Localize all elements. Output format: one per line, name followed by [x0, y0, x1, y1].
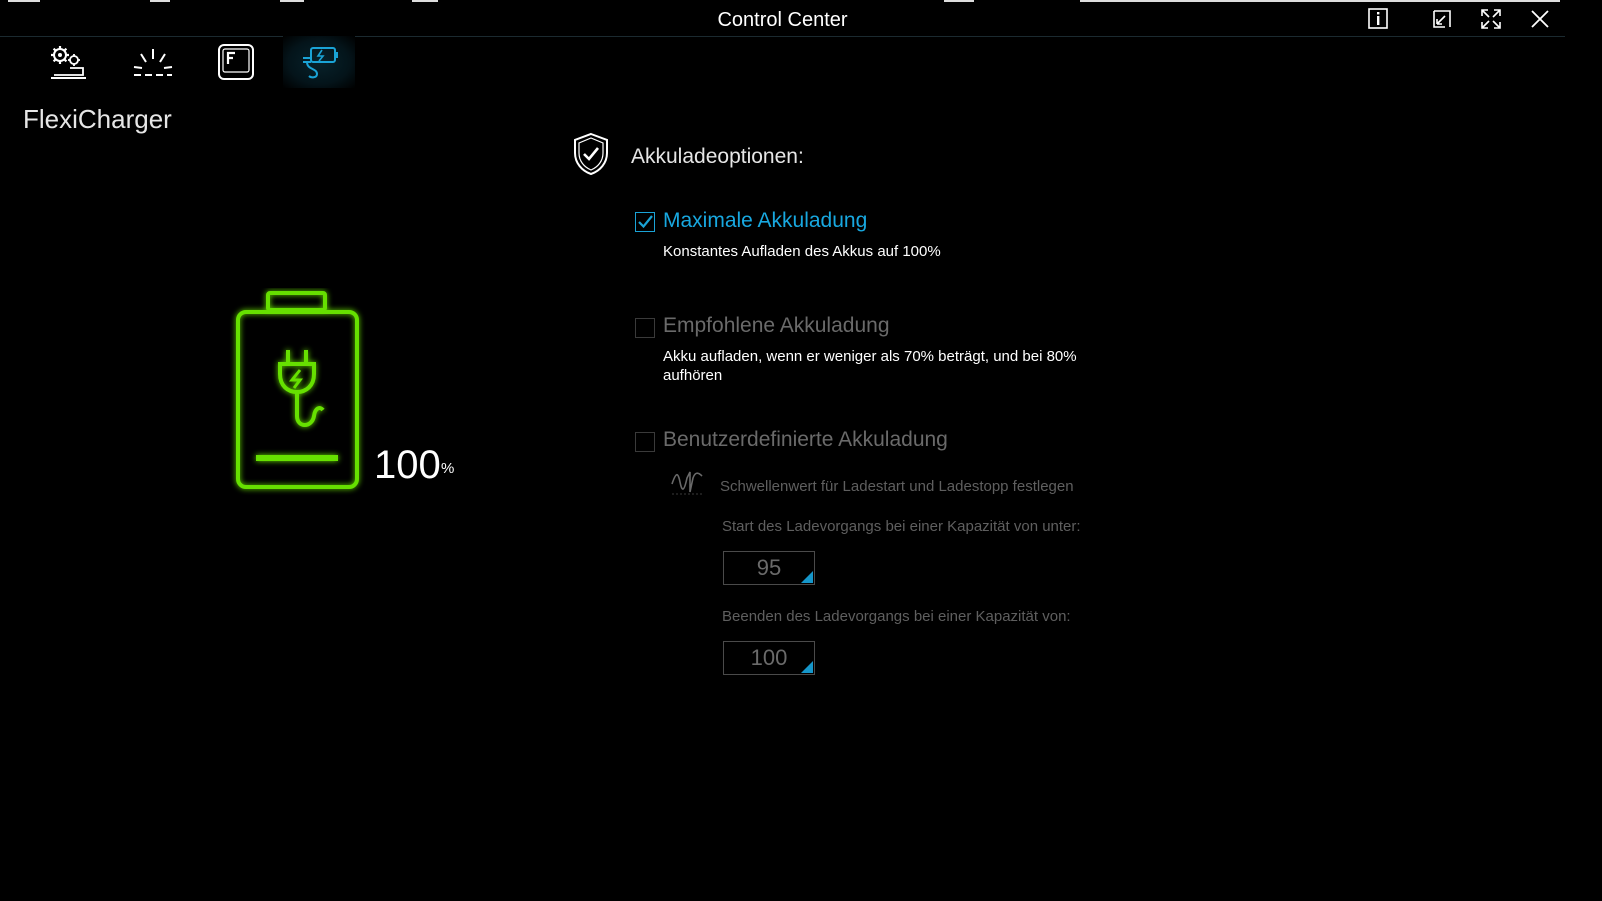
start-threshold-value: 95	[756, 555, 782, 580]
threshold-text: Schwellenwert für Ladestart und Ladestop…	[720, 478, 1074, 495]
battery-plug-icon	[236, 291, 359, 489]
close-icon	[1531, 10, 1549, 28]
resize-icon	[1433, 10, 1451, 28]
close-button[interactable]	[1526, 6, 1554, 32]
custom-charge-checkbox[interactable]	[635, 432, 655, 452]
max-charge-checkbox[interactable]	[635, 212, 655, 232]
stop-threshold-label: Beenden des Ladevorgangs bei einer Kapaz…	[722, 608, 1071, 625]
taskbar-strip	[150, 0, 170, 2]
threshold-wave-icon	[670, 468, 704, 501]
stop-threshold-input[interactable]: 100	[723, 641, 815, 675]
tab-lighting[interactable]	[117, 36, 189, 88]
resize-corner-icon	[801, 571, 813, 583]
recommended-charge-label[interactable]: Empfohlene Akkuladung	[663, 314, 890, 338]
gear-laptop-icon	[51, 46, 86, 79]
recommended-charge-checkbox[interactable]	[635, 318, 655, 338]
battery-status-graphic	[228, 288, 378, 508]
custom-charge-label[interactable]: Benutzerdefinierte Akkuladung	[663, 428, 948, 452]
shield-check-icon	[571, 131, 611, 182]
f-key-icon	[218, 44, 254, 80]
taskbar-strip	[944, 0, 974, 2]
battery-percent-unit: %	[441, 460, 455, 477]
title-bar[interactable]: Control Center	[0, 0, 1565, 37]
checkmark-icon	[638, 215, 653, 229]
control-center-window: Control Center FlexiCharger 100 % Akkula…	[0, 0, 1565, 882]
maximize-button[interactable]	[1477, 6, 1505, 32]
taskbar-strip	[8, 0, 40, 2]
recommended-charge-description: Akku aufladen, wenn er weniger als 70% b…	[663, 348, 1077, 384]
battery-plug-icon	[303, 47, 338, 79]
expand-icon	[1481, 9, 1501, 29]
page-title: FlexiCharger	[23, 104, 172, 134]
battery-options-heading: Akkuladeoptionen:	[631, 145, 804, 168]
window-title: Control Center	[717, 9, 848, 31]
info-icon	[1368, 8, 1388, 29]
taskbar-strip	[280, 0, 304, 2]
max-charge-label[interactable]: Maximale Akkuladung	[663, 209, 867, 233]
tab-system-settings[interactable]	[32, 36, 104, 88]
stop-threshold-value: 100	[750, 645, 788, 670]
taskbar-strip	[1080, 0, 1560, 2]
battery-percent-value: 100	[374, 443, 441, 487]
taskbar-strip	[412, 0, 438, 2]
resize-corner-icon	[801, 661, 813, 673]
start-threshold-input[interactable]: 95	[723, 551, 815, 585]
tab-function-key[interactable]	[200, 36, 272, 88]
start-threshold-label: Start des Ladevorgangs bei einer Kapazit…	[722, 518, 1081, 535]
restore-button[interactable]	[1428, 6, 1456, 32]
info-button[interactable]	[1364, 6, 1392, 32]
light-rays-icon	[133, 49, 173, 76]
tab-flexicharger[interactable]	[283, 36, 355, 88]
max-charge-description: Konstantes Aufladen des Akkus auf 100%	[663, 243, 941, 260]
